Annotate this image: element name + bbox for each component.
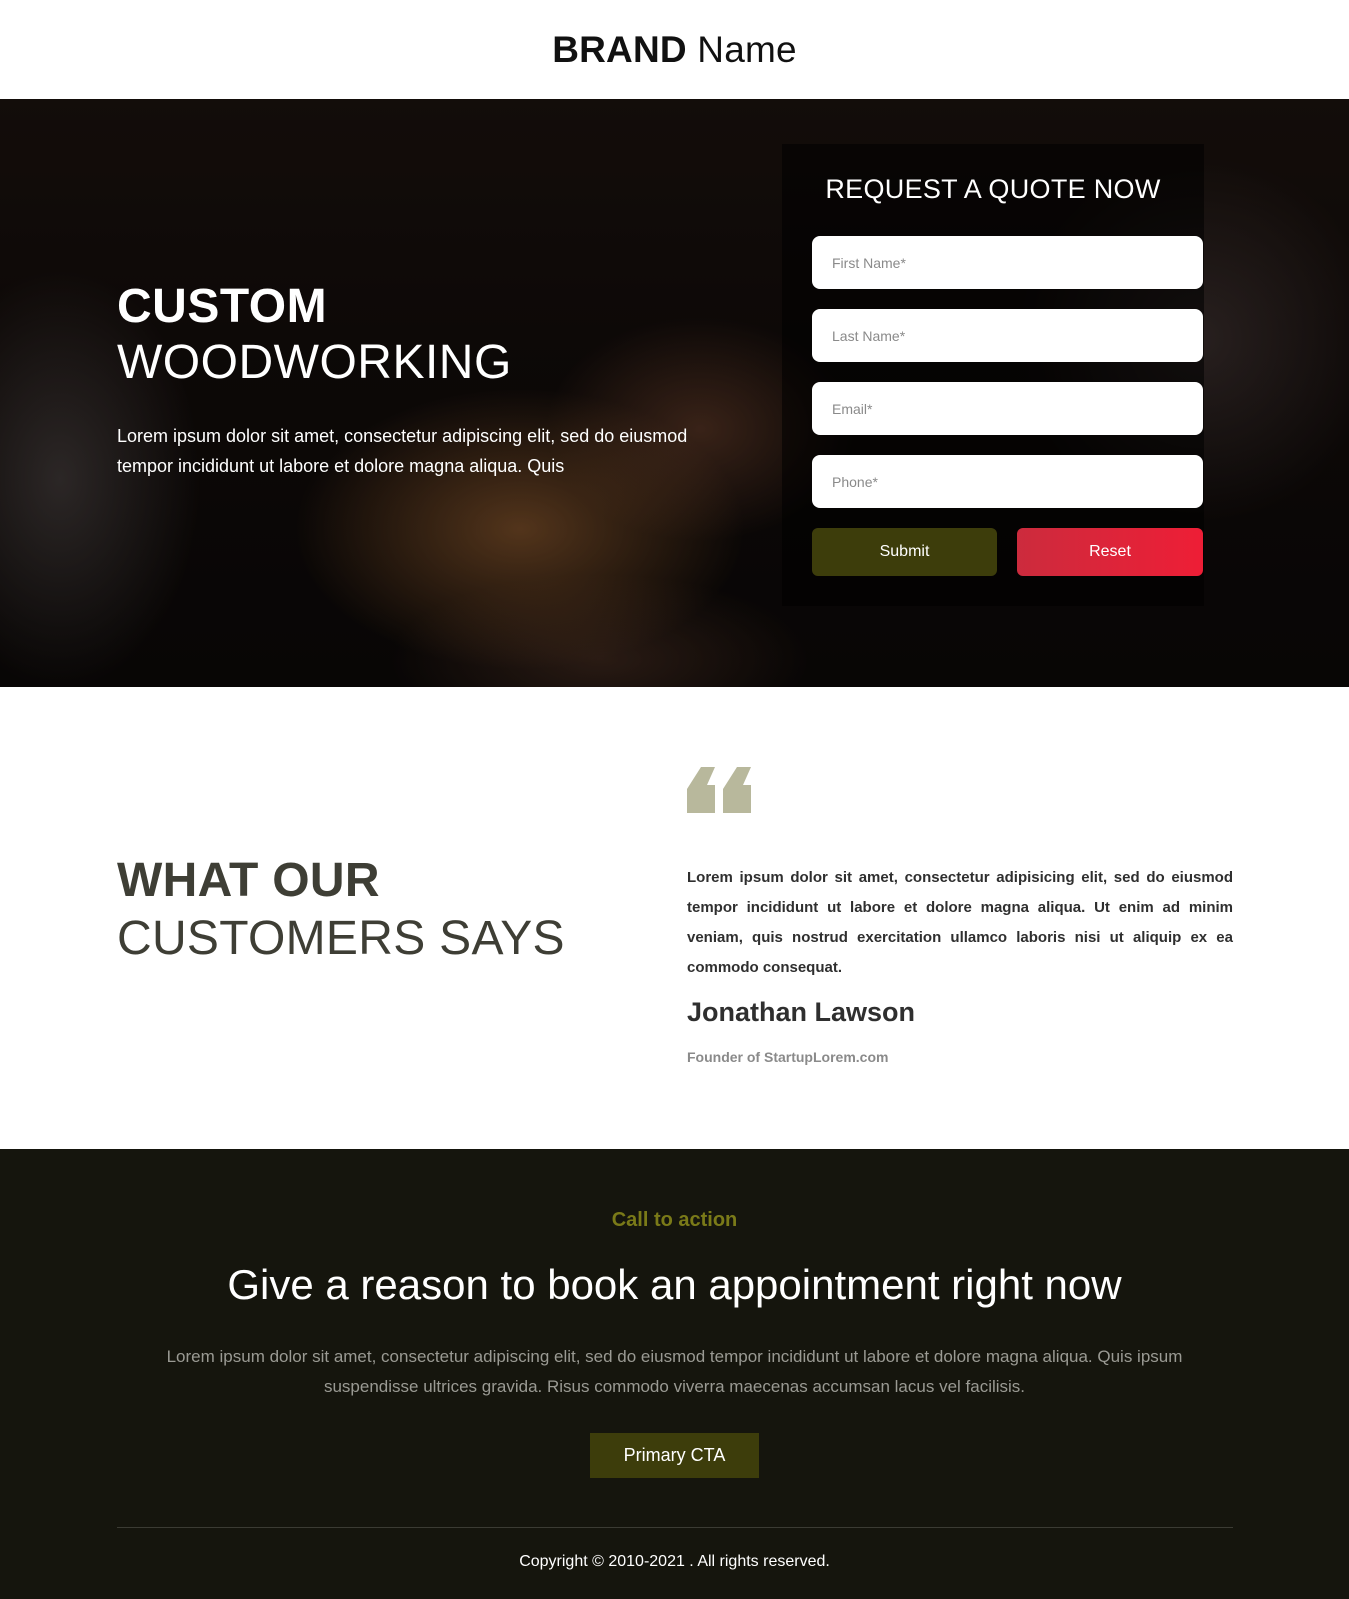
first-name-field[interactable] (812, 236, 1203, 289)
hero-title-line1: CUSTOM (117, 280, 328, 333)
cta-title: Give a reason to book an appointment rig… (227, 1261, 1122, 1308)
cta-eyebrow: Call to action (611, 1209, 738, 1231)
hero-description: Lorem ipsum dolor sit amet, consectetur … (117, 426, 688, 476)
testimonial-heading-line1: WHAT OUR (117, 854, 380, 907)
site-header: BRAND Name (0, 0, 1349, 99)
hero-section: CUSTOM WOODWORKING Lorem ipsum dolor sit… (0, 99, 1349, 687)
last-name-field[interactable] (812, 309, 1203, 362)
copyright-text: Copyright © 2010-2021 . All rights reser… (519, 1553, 830, 1570)
brand-bold: BRAND (552, 28, 687, 70)
primary-cta-button[interactable]: Primary CTA (590, 1433, 759, 1478)
hero-title-line2: WOODWORKING (117, 336, 512, 389)
testimonial-section: WHAT OUR CUSTOMERS SAYS Lorem ipsum dolo… (0, 687, 1349, 1149)
email-field[interactable] (812, 382, 1203, 435)
testimonial-author-name: Jonathan Lawson (687, 997, 916, 1027)
cta-section: Call to action Give a reason to book an … (0, 1149, 1349, 1599)
testimonial-heading-line2: CUSTOMERS SAYS (117, 912, 565, 965)
phone-field[interactable] (812, 455, 1203, 508)
reset-button[interactable]: Reset (1017, 528, 1203, 576)
quote-icon (687, 767, 751, 813)
quote-form-title: REQUEST A QUOTE NOW (825, 174, 1161, 204)
testimonial-author-role: Founder of StartupLorem.com (687, 1049, 889, 1065)
cta-description: Lorem ipsum dolor sit amet, consectetur … (166, 1347, 1183, 1396)
brand-logo[interactable]: BRAND Name (552, 29, 797, 71)
testimonial-quote: Lorem ipsum dolor sit amet, consectetur … (687, 869, 1233, 976)
testimonial-heading: WHAT OUR CUSTOMERS SAYS (117, 852, 565, 968)
footer-divider (117, 1527, 1233, 1528)
brand-light: Name (697, 28, 797, 70)
submit-button[interactable]: Submit (812, 528, 997, 576)
hero-content: CUSTOM WOODWORKING Lorem ipsum dolor sit… (117, 279, 717, 481)
quote-form: REQUEST A QUOTE NOW Submit Reset (782, 144, 1204, 606)
